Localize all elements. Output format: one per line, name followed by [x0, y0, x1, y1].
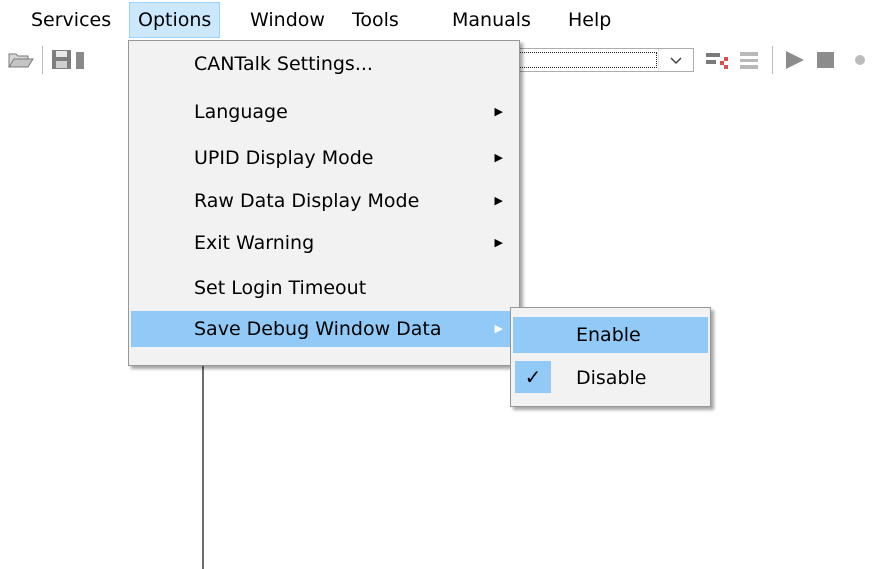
menu-item-cantalk-settings[interactable]: CANTalk Settings...	[131, 46, 517, 82]
menu-options[interactable]: Options	[129, 2, 221, 38]
menu-help[interactable]: Help	[560, 2, 619, 38]
menu-item-label: Save Debug Window Data	[194, 318, 442, 340]
menu-item-label: CANTalk Settings...	[194, 53, 373, 75]
menu-window[interactable]: Window	[242, 2, 333, 38]
submenu-item-enable[interactable]: Enable	[513, 317, 708, 353]
chevron-down-icon[interactable]	[658, 49, 693, 71]
menu-item-language[interactable]: Language ▶	[131, 94, 517, 130]
toolbar-combo[interactable]	[500, 48, 694, 72]
menu-item-label: Language	[194, 101, 288, 123]
combo-focus-rect	[504, 52, 657, 68]
play-icon[interactable]	[782, 49, 808, 71]
menu-tools[interactable]: Tools	[344, 2, 407, 38]
menu-manuals[interactable]: Manuals	[444, 2, 539, 38]
menu-item-label: Exit Warning	[194, 232, 315, 254]
menu-item-save-debug-window-data[interactable]: Save Debug Window Data ▶	[131, 311, 517, 347]
stop-icon[interactable]	[814, 49, 840, 71]
save-all-icon-partial[interactable]	[76, 49, 84, 71]
checkmark-icon: ✓	[515, 361, 551, 393]
submenu-arrow-icon: ▶	[494, 194, 503, 207]
submenu-arrow-icon: ▶	[494, 322, 503, 335]
submenu-arrow-icon: ▶	[494, 105, 503, 118]
menu-item-label: UPID Display Mode	[194, 147, 374, 169]
submenu-item-label: Disable	[576, 367, 647, 389]
menu-item-label: Set Login Timeout	[194, 277, 367, 299]
submenu-item-disable[interactable]: ✓ Disable	[513, 360, 708, 396]
submenu-item-label: Enable	[576, 324, 641, 346]
options-menu: CANTalk Settings... Language ▶ UPID Disp…	[128, 40, 520, 366]
submenu-arrow-icon: ▶	[494, 236, 503, 249]
save-icon[interactable]	[50, 49, 76, 71]
connect-icon[interactable]	[704, 49, 730, 71]
filter-icon[interactable]	[737, 49, 763, 71]
menu-item-upid-display-mode[interactable]: UPID Display Mode ▶	[131, 140, 517, 176]
menu-services[interactable]: Services	[23, 2, 119, 38]
menu-bar: Services Options Window Tools Manuals He…	[0, 0, 882, 40]
submenu-arrow-icon: ▶	[494, 151, 503, 164]
menu-item-label: Raw Data Display Mode	[194, 190, 420, 212]
open-folder-icon[interactable]	[6, 49, 34, 71]
toolbar-separator	[772, 46, 773, 74]
menu-item-exit-warning[interactable]: Exit Warning ▶	[131, 225, 517, 261]
menu-item-set-login-timeout[interactable]: Set Login Timeout	[131, 270, 517, 306]
menu-item-raw-data-display-mode[interactable]: Raw Data Display Mode ▶	[131, 183, 517, 219]
toolbar-separator	[42, 46, 43, 74]
debug-window-data-submenu: Enable ✓ Disable	[510, 307, 711, 407]
record-icon-partial[interactable]	[846, 49, 866, 71]
